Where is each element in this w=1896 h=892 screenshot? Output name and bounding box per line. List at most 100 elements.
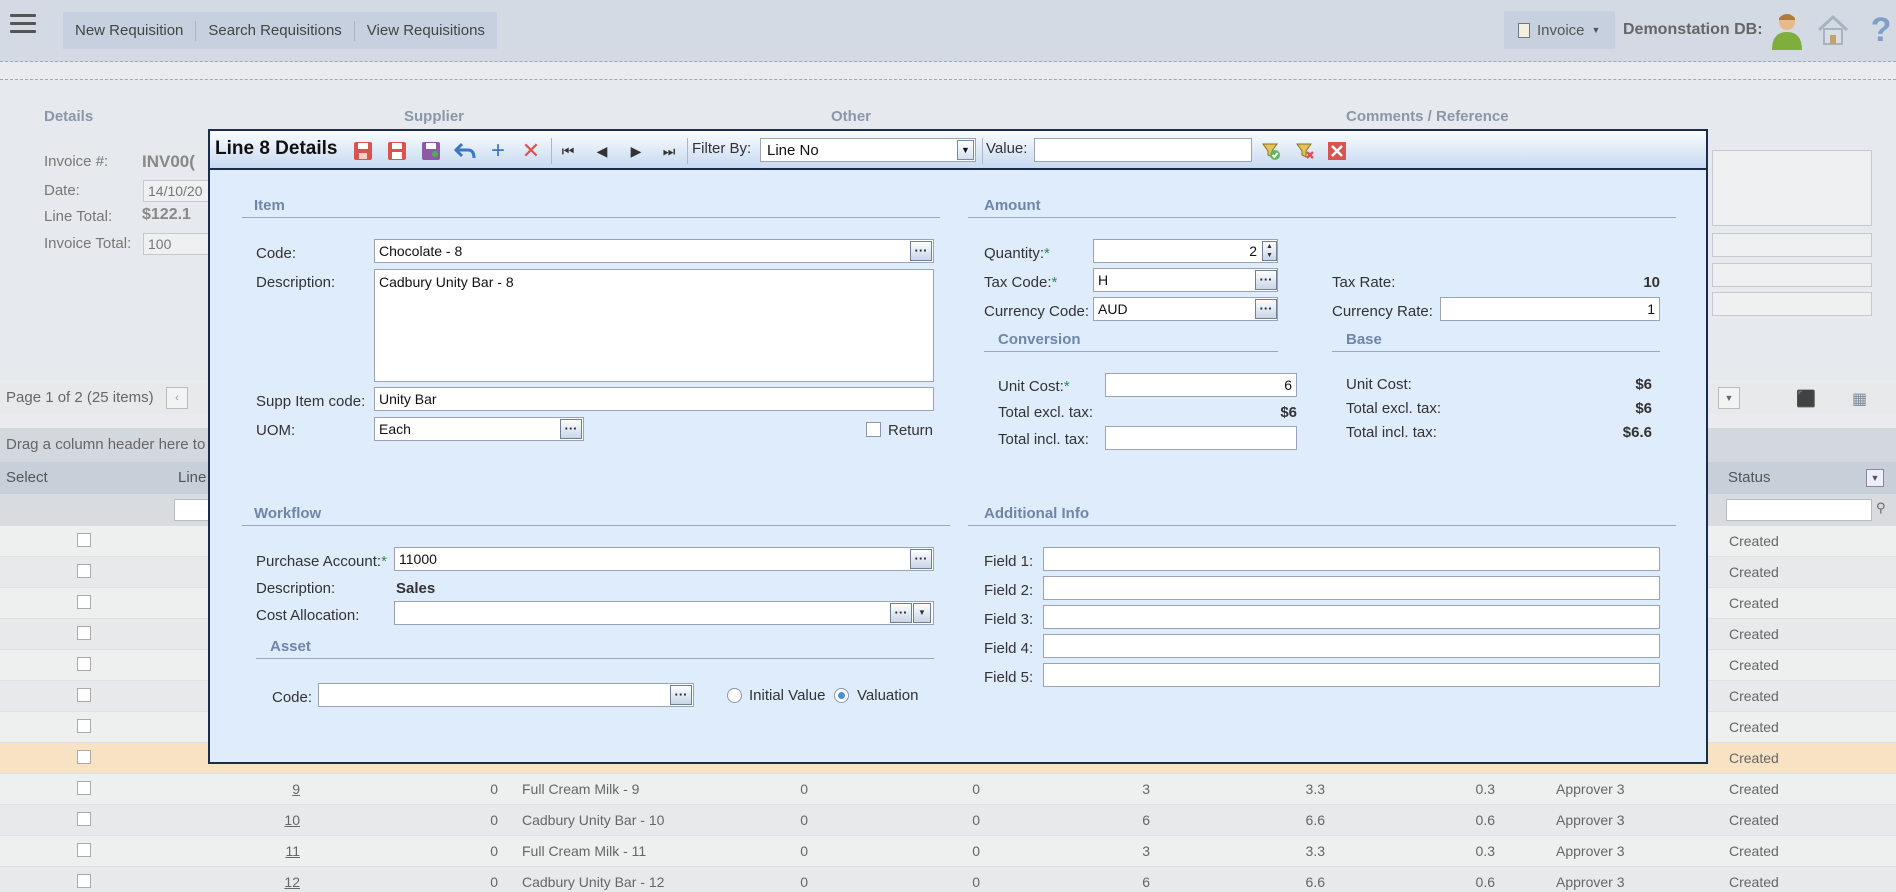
column-select[interactable]: Select [6, 469, 48, 486]
page-size-dropdown[interactable]: ▼ [1718, 387, 1740, 409]
conv-excl-tax-value: $6 [1280, 404, 1297, 421]
row-select-checkbox[interactable] [77, 657, 91, 671]
apply-filter-icon[interactable] [1259, 139, 1283, 163]
valuation-radio[interactable] [834, 688, 849, 703]
base-section-title: Base [1346, 331, 1382, 348]
asset-code-lookup-button[interactable]: ··· [670, 685, 692, 705]
invoice-dropdown[interactable]: Invoice ▼ [1504, 11, 1615, 49]
additional-field-input[interactable] [1043, 634, 1660, 658]
row-select-checkbox[interactable] [77, 812, 91, 826]
close-icon[interactable] [1325, 139, 1349, 163]
row-select-checkbox[interactable] [77, 874, 91, 888]
reference-field-2[interactable] [1712, 263, 1872, 287]
undo-icon[interactable] [453, 139, 477, 163]
save-and-new-icon[interactable] [419, 139, 443, 163]
uom-input[interactable] [374, 417, 584, 441]
row-select-checkbox[interactable] [77, 843, 91, 857]
row-cell-approver: Approver 3 [1556, 812, 1625, 828]
conv-unit-cost-input[interactable] [1105, 373, 1297, 397]
tax-code-input[interactable] [1093, 268, 1278, 292]
layout-icon[interactable]: ▦ [1852, 389, 1867, 409]
row-select-checkbox[interactable] [77, 533, 91, 547]
currency-rate-input[interactable] [1440, 297, 1660, 321]
nav-view-requisitions[interactable]: View Requisitions [355, 21, 497, 41]
row-cell-d: 3.3 [1305, 843, 1325, 859]
help-icon[interactable]: ? [1862, 10, 1896, 50]
supp-item-code-input[interactable] [374, 387, 934, 411]
row-cell-line[interactable]: 12 [266, 874, 300, 890]
invoice-total-label: Invoice Total: [44, 235, 132, 252]
export-icon[interactable]: ⬛ [1796, 389, 1816, 409]
row-cell-a: 0 [800, 781, 808, 797]
line-filter-input[interactable] [174, 499, 210, 521]
additional-field-input[interactable] [1043, 663, 1660, 687]
nav-search-requisitions[interactable]: Search Requisitions [196, 20, 355, 41]
value-input[interactable] [1034, 138, 1252, 162]
table-row[interactable]: Created 12 0 Cadbury Unity Bar - 12 0 0 6 6.6 0.… [0, 867, 1896, 892]
cost-allocation-input[interactable] [394, 601, 934, 625]
row-select-checkbox[interactable] [77, 781, 91, 795]
filter-by-dropdown[interactable]: Line No ▼ [760, 138, 976, 162]
item-code-lookup-button[interactable]: ··· [910, 241, 932, 261]
nav-new-requisition[interactable]: New Requisition [63, 20, 197, 41]
tax-code-lookup-button[interactable]: ··· [1255, 270, 1277, 290]
row-cell-desc: Full Cream Milk - 9 [522, 781, 640, 797]
row-select-checkbox[interactable] [77, 595, 91, 609]
return-checkbox[interactable] [866, 422, 881, 437]
uom-lookup-button[interactable]: ··· [560, 419, 582, 439]
cost-allocation-lookup-button[interactable]: ··· [890, 603, 912, 623]
initial-value-radio[interactable] [727, 688, 742, 703]
column-line[interactable]: Line [178, 469, 206, 486]
invoice-total-field[interactable]: 100 [143, 233, 209, 255]
table-row[interactable]: Created 9 0 Full Cream Milk - 9 0 0 3 3.3 0.3 App… [0, 774, 1896, 805]
clear-filter-icon[interactable] [1293, 139, 1317, 163]
next-record-icon[interactable]: ▶ [624, 139, 648, 163]
previous-record-icon[interactable]: ◀ [590, 139, 614, 163]
add-icon[interactable]: + [486, 137, 510, 164]
conv-incl-tax-input[interactable] [1105, 426, 1297, 450]
reference-field-3[interactable] [1712, 292, 1872, 316]
cost-allocation-dropdown[interactable]: ▼ [913, 603, 931, 623]
date-field[interactable]: 14/10/20 [143, 180, 209, 202]
status-filter-input[interactable] [1726, 499, 1872, 521]
row-cell-line[interactable]: 11 [266, 843, 300, 859]
item-code-input[interactable] [374, 239, 934, 263]
row-select-checkbox[interactable] [77, 626, 91, 640]
save-icon[interactable] [385, 139, 409, 163]
row-select-checkbox[interactable] [77, 719, 91, 733]
quantity-input[interactable] [1093, 239, 1278, 263]
asset-code-input[interactable] [318, 683, 694, 707]
purchase-account-input[interactable] [394, 547, 934, 571]
hamburger-menu-icon[interactable] [10, 14, 36, 36]
previous-page-button[interactable]: ‹ [166, 387, 188, 409]
last-record-icon[interactable]: ⏭ [657, 139, 681, 163]
delete-icon[interactable]: ✕ [519, 138, 543, 163]
status-filter-dropdown[interactable]: ▼ [1866, 469, 1884, 487]
home-icon[interactable] [1814, 10, 1852, 50]
additional-field-input[interactable] [1043, 547, 1660, 571]
row-cell-desc: Cadbury Unity Bar - 12 [522, 874, 665, 890]
quantity-stepper[interactable]: ▲ ▼ [1262, 241, 1277, 261]
supp-item-code-label: Supp Item code: [256, 393, 366, 410]
row-cell-b: 0 [972, 812, 980, 828]
save-and-close-icon[interactable] [351, 139, 375, 163]
row-select-checkbox[interactable] [77, 750, 91, 764]
filter-icon[interactable]: ⚲ [1876, 500, 1886, 516]
user-icon[interactable] [1768, 10, 1806, 50]
currency-code-input[interactable] [1093, 297, 1278, 321]
row-select-checkbox[interactable] [77, 688, 91, 702]
purchase-account-lookup-button[interactable]: ··· [910, 549, 932, 569]
row-cell-line[interactable]: 10 [266, 812, 300, 828]
table-row[interactable]: Created 10 0 Cadbury Unity Bar - 10 0 0 6 6.6 0.… [0, 805, 1896, 836]
first-record-icon[interactable]: ⏮ [556, 139, 580, 163]
additional-field-input[interactable] [1043, 605, 1660, 629]
reference-field-1[interactable] [1712, 233, 1872, 257]
currency-code-lookup-button[interactable]: ··· [1255, 299, 1277, 319]
row-select-checkbox[interactable] [77, 564, 91, 578]
comments-field[interactable] [1712, 150, 1872, 226]
row-cell-line[interactable]: 9 [266, 781, 300, 797]
additional-field-input[interactable] [1043, 576, 1660, 600]
table-row[interactable]: Created 11 0 Full Cream Milk - 11 0 0 3 3.3 0.3 A… [0, 836, 1896, 867]
column-status[interactable]: Status [1728, 469, 1771, 486]
description-textarea[interactable]: Cadbury Unity Bar - 8 [374, 269, 934, 382]
